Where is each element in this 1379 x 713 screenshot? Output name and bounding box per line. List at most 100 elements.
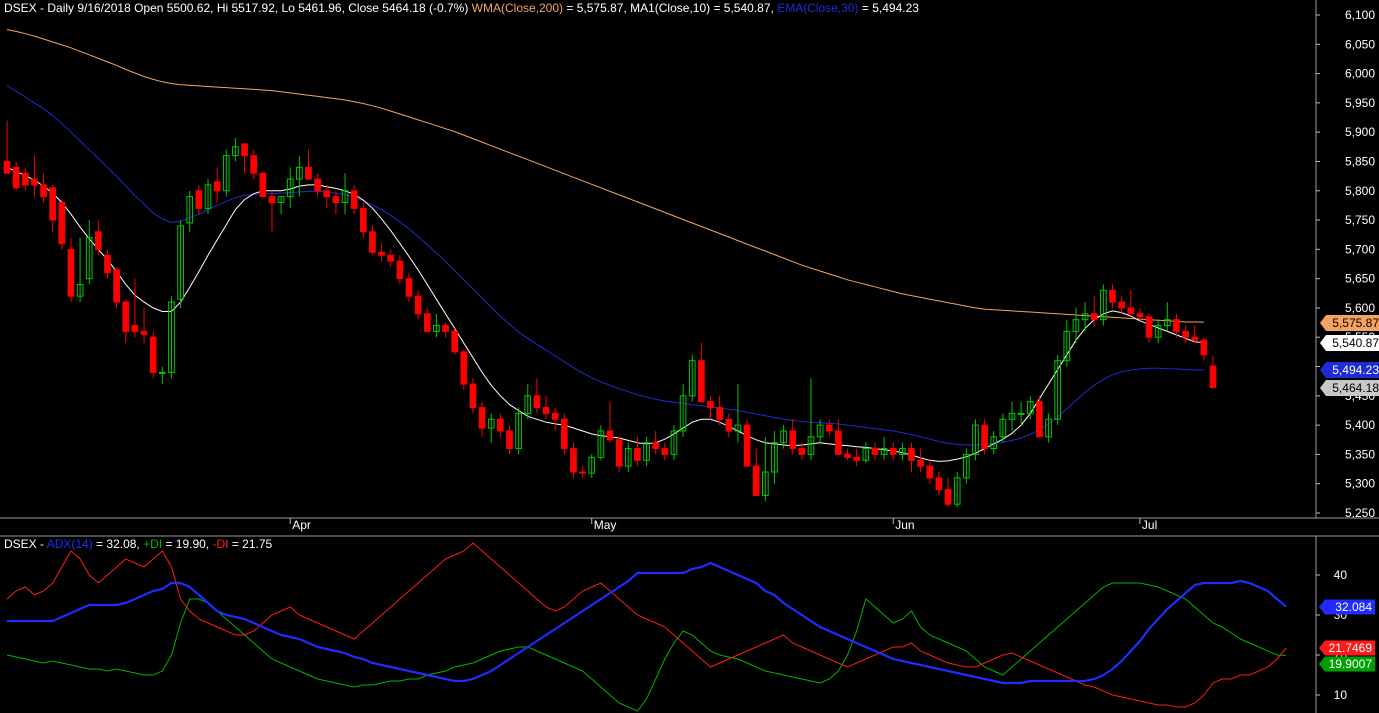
adx-symbol-name: DSEX xyxy=(4,537,37,551)
candle-body xyxy=(213,181,221,192)
candle-body xyxy=(1090,313,1098,321)
candle-body xyxy=(58,201,66,244)
candle-body xyxy=(1127,307,1135,315)
candle-body xyxy=(752,465,760,496)
candle-body xyxy=(67,248,75,297)
candle[interactable] xyxy=(58,199,66,250)
candle-body xyxy=(853,456,861,461)
adx-tick-label: 40 xyxy=(1334,568,1348,582)
minus-di-value-box: 21.7469 xyxy=(1319,640,1375,656)
adx-legend-value: = 32.08, xyxy=(92,537,144,551)
candle-body xyxy=(725,418,733,432)
minus-di-legend-value: = 21.75 xyxy=(228,537,273,551)
candle-body xyxy=(104,254,111,274)
candle-body xyxy=(140,330,148,335)
candle-body xyxy=(917,459,924,467)
price-tick-label: 5,350 xyxy=(1345,447,1375,461)
candle[interactable] xyxy=(113,266,120,308)
month-label: May xyxy=(594,518,617,532)
chart-canvas: 6,100 6,050 6,000 5,950 5,900 5,850 5,800 5,750… xyxy=(0,0,1379,713)
ema-legend-label[interactable]: EMA(Close,30) xyxy=(777,1,858,15)
candle-body xyxy=(442,325,449,332)
candle-body xyxy=(451,330,459,353)
candle-body xyxy=(113,269,120,303)
price-legend: DSEX - Daily 9/16/2018 Open 5500.62, Hi … xyxy=(4,1,919,15)
price-tick-label: 5,300 xyxy=(1345,477,1375,491)
candle-body xyxy=(935,477,943,491)
candle-body xyxy=(835,430,842,455)
price-tick-label: 5,900 xyxy=(1345,125,1375,139)
candle-body xyxy=(241,143,248,157)
month-label: Jul xyxy=(1142,518,1157,532)
price-tick-label: 5,650 xyxy=(1345,272,1375,286)
candle-body xyxy=(1109,289,1116,303)
candle-body xyxy=(414,295,422,315)
month-label: Jun xyxy=(895,518,914,532)
candle-body xyxy=(1136,313,1144,318)
candle-body xyxy=(551,412,559,420)
candle-body xyxy=(387,254,395,262)
minus-di-legend-label[interactable]: -DI xyxy=(212,537,228,551)
candle-body xyxy=(1145,316,1153,338)
candle-body xyxy=(1209,365,1217,389)
adx-legend-label[interactable]: ADX(14) xyxy=(47,537,93,551)
candle[interactable] xyxy=(149,331,157,379)
wma-legend-label[interactable]: WMA(Close,200) xyxy=(472,1,563,15)
candle[interactable] xyxy=(460,348,468,390)
candle-body xyxy=(259,172,267,198)
candle-body xyxy=(323,190,331,198)
candle-body xyxy=(889,448,897,455)
candle-body xyxy=(195,190,203,209)
candle-body xyxy=(31,178,38,186)
candle-body xyxy=(506,430,513,450)
candle-body xyxy=(1173,319,1180,332)
price-tick-label: 5,400 xyxy=(1345,418,1375,432)
candle-body xyxy=(1017,412,1025,415)
price-tick-label: 6,050 xyxy=(1345,37,1375,51)
plus-di-value-box: 19.9007 xyxy=(1319,656,1375,672)
symbol-name: DSEX xyxy=(4,1,37,15)
candle-body xyxy=(423,313,431,332)
candle-body xyxy=(652,442,660,450)
candle[interactable] xyxy=(451,328,459,355)
candle[interactable] xyxy=(743,419,751,467)
month-label: Apr xyxy=(292,518,311,532)
candle-body xyxy=(314,178,321,192)
candle-body xyxy=(533,395,541,409)
price-tick-label: 5,850 xyxy=(1345,154,1375,168)
candle-body xyxy=(871,448,879,455)
candle-body xyxy=(707,401,714,409)
candle-body xyxy=(350,190,358,209)
candle-body xyxy=(378,251,385,256)
candle-body xyxy=(698,360,705,403)
candle-body xyxy=(1191,336,1199,341)
price-tick-label: 5,800 xyxy=(1345,184,1375,198)
candle-body xyxy=(396,260,404,280)
candle[interactable] xyxy=(259,172,267,198)
price-tick-label: 5,600 xyxy=(1345,301,1375,315)
candle-body xyxy=(981,424,988,450)
candle-body xyxy=(40,184,47,198)
candle-body xyxy=(944,489,952,505)
plus-di-value-box-text: 19.9007 xyxy=(1329,657,1373,671)
candle-body xyxy=(250,155,258,174)
ma1-value-box-text: 5,540.87 xyxy=(1332,336,1379,350)
ma1-value-box: 5,540.87 xyxy=(1320,335,1379,351)
ema-value-box-text: 5,494.23 xyxy=(1332,363,1379,377)
candle-body xyxy=(469,383,477,409)
candle[interactable] xyxy=(1036,395,1043,438)
ma1-legend-value: = 5,540.87, xyxy=(710,1,778,15)
candle-body xyxy=(1182,330,1189,338)
candle-body xyxy=(305,166,312,180)
ma1-legend-label[interactable]: MA1(Close,10) xyxy=(630,1,710,15)
price-tick-label: 5,950 xyxy=(1345,96,1375,110)
candle-body xyxy=(3,160,11,174)
candle-body xyxy=(542,407,550,414)
candle-body xyxy=(405,278,413,297)
candle-body xyxy=(1200,339,1208,356)
minus-di-value-box-text: 21.7469 xyxy=(1329,641,1373,655)
candle[interactable] xyxy=(560,413,568,455)
candle-body xyxy=(12,166,20,189)
plus-di-legend-label[interactable]: +DI xyxy=(143,537,162,551)
candle-body xyxy=(634,448,641,461)
